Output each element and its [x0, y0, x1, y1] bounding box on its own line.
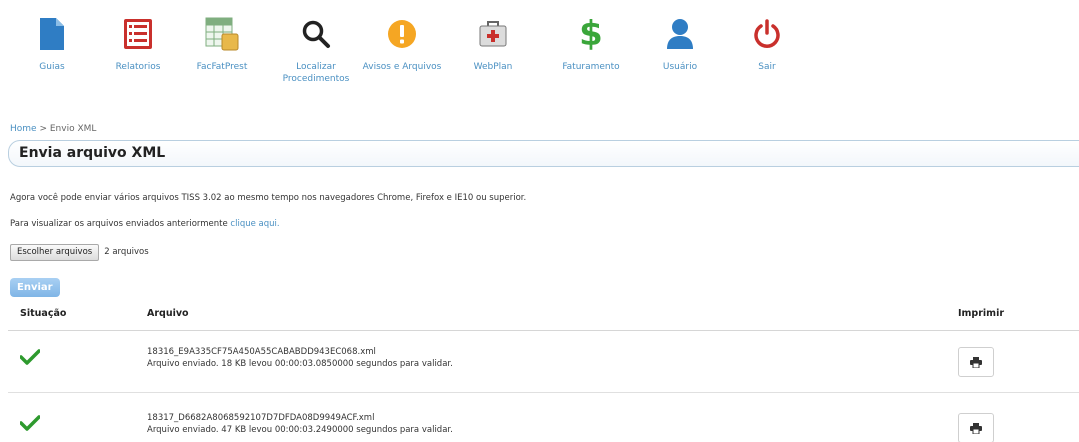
info-text: Agora você pode enviar vários arquivos T… — [10, 193, 527, 203]
nav-sair-label: Sair — [758, 62, 776, 72]
printer-icon — [970, 356, 982, 368]
medical-kit-icon — [453, 14, 533, 54]
column-header-file: Arquivo — [147, 308, 189, 319]
nav-webplan-label: WebPlan — [473, 62, 513, 72]
file-name: 18317_D6682A8068592107D7DFDA08D9949ACF.x… — [147, 413, 375, 423]
nav-guias-label: Guias — [39, 62, 65, 72]
file-input: Escolher arquivos 2 arquivos — [10, 243, 149, 261]
nav-localizar-label: Localizar Procedimentos — [282, 62, 350, 84]
nav-webplan[interactable]: WebPlan — [453, 14, 533, 73]
column-header-print: Imprimir — [958, 308, 1005, 319]
checkmark-icon — [19, 415, 41, 435]
table-row: 18316_E9A335CF75A450A55CABABDD943EC068.x… — [0, 333, 1079, 393]
nav-avisos-label: Avisos e Arquivos — [362, 62, 442, 72]
view-previous-label: Para visualizar os arquivos enviados ant… — [10, 219, 228, 229]
nav-localizar[interactable]: Localizar Procedimentos — [276, 14, 356, 85]
file-count-label: 2 arquivos — [104, 247, 149, 257]
printer-icon — [970, 422, 982, 434]
top-navigation: Guias Relatorios FacFatPrest Localizar P… — [0, 0, 1079, 110]
breadcrumb-home[interactable]: Home — [10, 124, 37, 134]
dollar-icon: $ — [579, 14, 603, 54]
nav-faturamento-label: Faturamento — [562, 62, 620, 72]
column-header-status: Situação — [20, 308, 67, 319]
user-icon — [640, 14, 720, 54]
report-list-icon — [98, 14, 178, 54]
row-divider — [8, 392, 1079, 393]
nav-usuario[interactable]: Usuário — [640, 14, 720, 73]
header-divider — [8, 330, 1079, 331]
breadcrumb-current: Envio XML — [49, 124, 97, 134]
search-icon — [276, 14, 356, 54]
nav-faturamento[interactable]: $ Faturamento — [551, 14, 631, 73]
file-status-message: Arquivo enviado. 18 KB levou 00:00:03.08… — [147, 359, 453, 369]
nav-facfatprest-label: FacFatPrest — [196, 62, 248, 72]
warning-icon — [362, 14, 442, 54]
nav-facfatprest[interactable]: FacFatPrest — [182, 14, 262, 73]
view-previous-link[interactable]: clique aqui. — [230, 219, 279, 229]
nav-relatorios[interactable]: Relatorios — [98, 14, 178, 73]
file-status-message: Arquivo enviado. 47 KB levou 00:00:03.24… — [147, 425, 453, 435]
file-name: 18316_E9A335CF75A450A55CABABDD943EC068.x… — [147, 347, 376, 357]
page-title: Envia arquivo XML — [8, 140, 1079, 167]
power-icon — [727, 14, 807, 54]
breadcrumb: Home > Envio XML — [10, 124, 96, 134]
nav-sair[interactable]: Sair — [727, 14, 807, 73]
breadcrumb-separator: > — [39, 124, 47, 134]
view-previous-text: Para visualizar os arquivos enviados ant… — [10, 219, 280, 229]
print-button[interactable] — [958, 413, 994, 442]
choose-files-button[interactable]: Escolher arquivos — [10, 243, 100, 261]
send-button[interactable]: Enviar — [10, 278, 60, 297]
nav-relatorios-label: Relatorios — [115, 62, 161, 72]
table-row: 18317_D6682A8068592107D7DFDA08D9949ACF.x… — [0, 399, 1079, 442]
checkmark-icon — [19, 349, 41, 369]
spreadsheet-icon — [182, 14, 262, 54]
nav-usuario-label: Usuário — [662, 62, 698, 72]
document-icon — [12, 14, 92, 54]
nav-guias[interactable]: Guias — [12, 14, 92, 73]
print-button[interactable] — [958, 347, 994, 377]
nav-avisos[interactable]: Avisos e Arquivos — [362, 14, 442, 73]
